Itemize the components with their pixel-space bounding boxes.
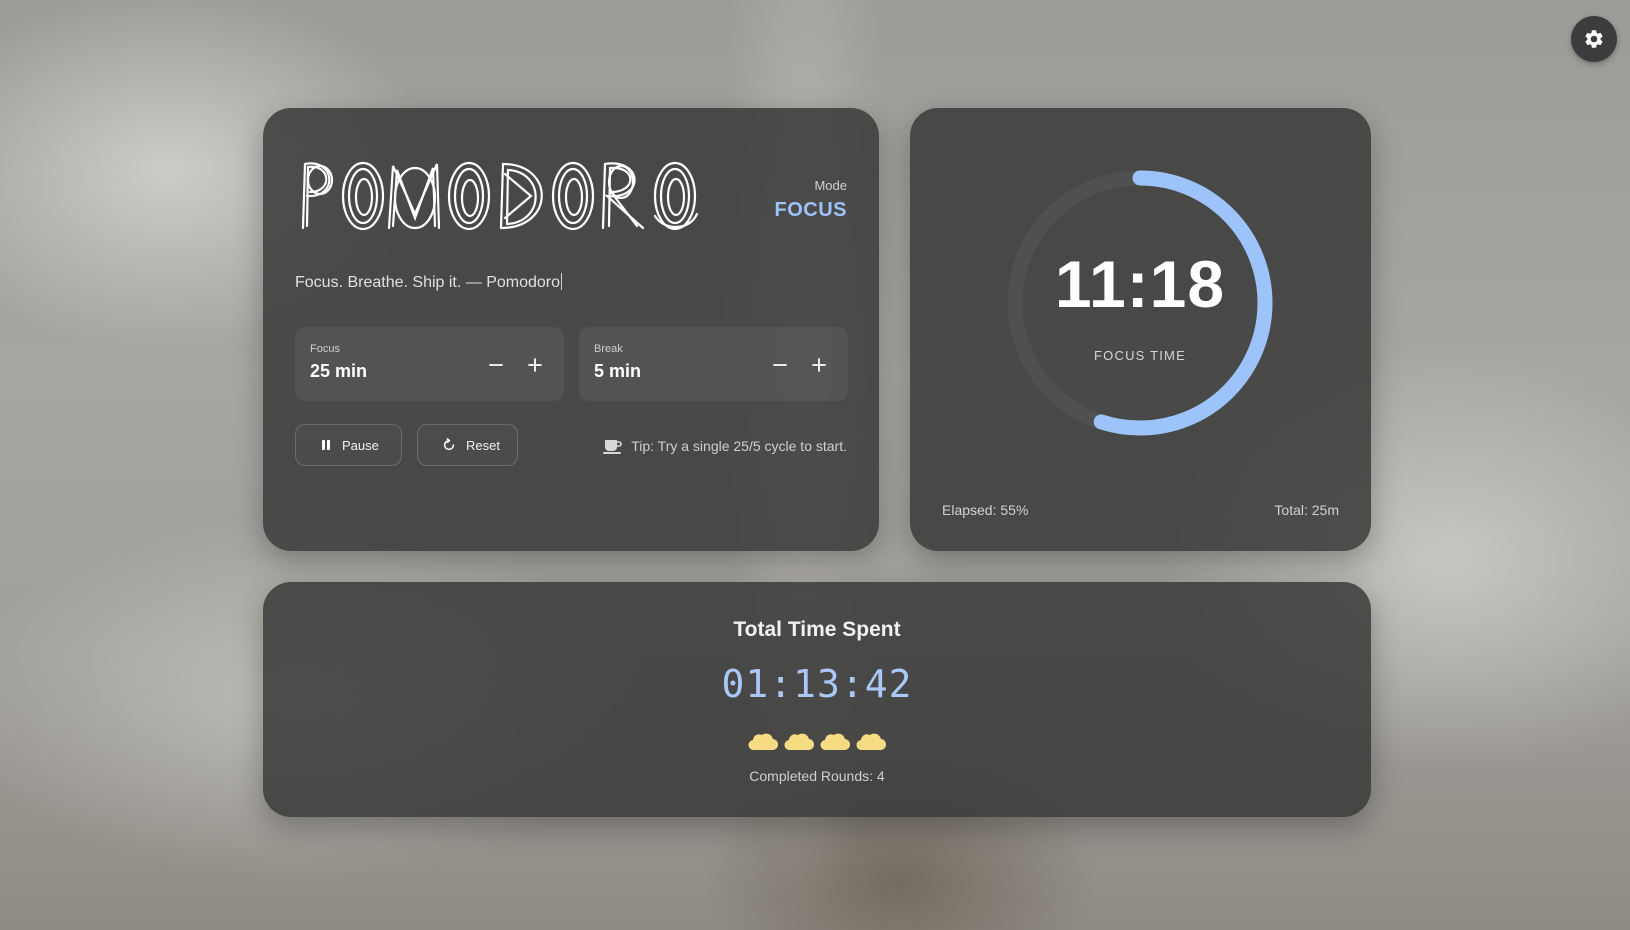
app-logo — [293, 156, 713, 239]
control-card: Mode FOCUS Focus. Breathe. Ship it. — Po… — [263, 108, 879, 551]
pause-button[interactable]: Pause — [295, 424, 402, 466]
total-readout: Total: 25m — [1274, 502, 1339, 518]
break-decrease-button[interactable] — [766, 351, 794, 379]
reset-icon — [443, 438, 455, 451]
break-increase-button[interactable] — [805, 351, 833, 379]
focus-stepper-label: Focus — [310, 343, 340, 355]
plus-icon — [812, 358, 826, 372]
cloud-icon — [748, 733, 778, 751]
timer-card: 11:18 FOCUS TIME Elapsed: 55% Total: 25m — [910, 108, 1371, 551]
text-caret — [561, 273, 563, 290]
reset-button[interactable]: Reset — [417, 424, 518, 466]
break-stepper-value: 5 min — [594, 361, 642, 381]
countdown-time: 11:18 — [1054, 247, 1226, 321]
progress-ring: 11:18 FOCUS TIME — [1005, 168, 1275, 438]
break-stepper-label: Break — [594, 343, 623, 355]
tip-message: Tip: Try a single 25/5 cycle to start. — [603, 438, 847, 454]
coffee-cup-icon — [603, 440, 622, 454]
quote-line: Focus. Breathe. Ship it. — Pomodoro — [295, 273, 563, 292]
pause-label: Pause — [342, 437, 379, 453]
focus-decrease-button[interactable] — [482, 351, 510, 379]
total-time-value: 01:13:42 — [721, 662, 913, 706]
reset-label: Reset — [466, 437, 500, 453]
focus-stepper-value: 25 min — [310, 361, 368, 381]
focus-duration-stepper: Focus 25 min — [295, 327, 564, 401]
mode-label: Mode — [814, 178, 847, 193]
minus-icon — [489, 364, 503, 366]
settings-button[interactable] — [1571, 16, 1617, 62]
quote-text: Focus. Breathe. Ship it. — Pomodoro — [295, 274, 561, 291]
mode-indicator: Mode FOCUS — [775, 178, 848, 222]
tip-text: Tip: Try a single 25/5 cycle to start. — [631, 438, 847, 454]
pause-icon — [322, 440, 330, 450]
focus-increase-button[interactable] — [521, 351, 549, 379]
summary-title: Total Time Spent — [733, 618, 901, 641]
summary-card: Total Time Spent 01:13:42 Completed Roun… — [263, 582, 1371, 817]
cloud-icon — [820, 733, 850, 751]
timer-phase-label: FOCUS TIME — [1094, 348, 1186, 363]
elapsed-readout: Elapsed: 55% — [942, 502, 1029, 518]
plus-icon — [528, 358, 542, 372]
gear-icon — [1585, 30, 1603, 48]
completed-rounds: Completed Rounds: 4 — [749, 768, 885, 784]
mode-value: FOCUS — [774, 199, 847, 221]
cloud-icon — [784, 733, 814, 751]
round-clouds — [263, 730, 1371, 752]
minus-icon — [773, 364, 787, 366]
break-duration-stepper: Break 5 min — [579, 327, 848, 401]
cloud-icon — [856, 733, 886, 751]
